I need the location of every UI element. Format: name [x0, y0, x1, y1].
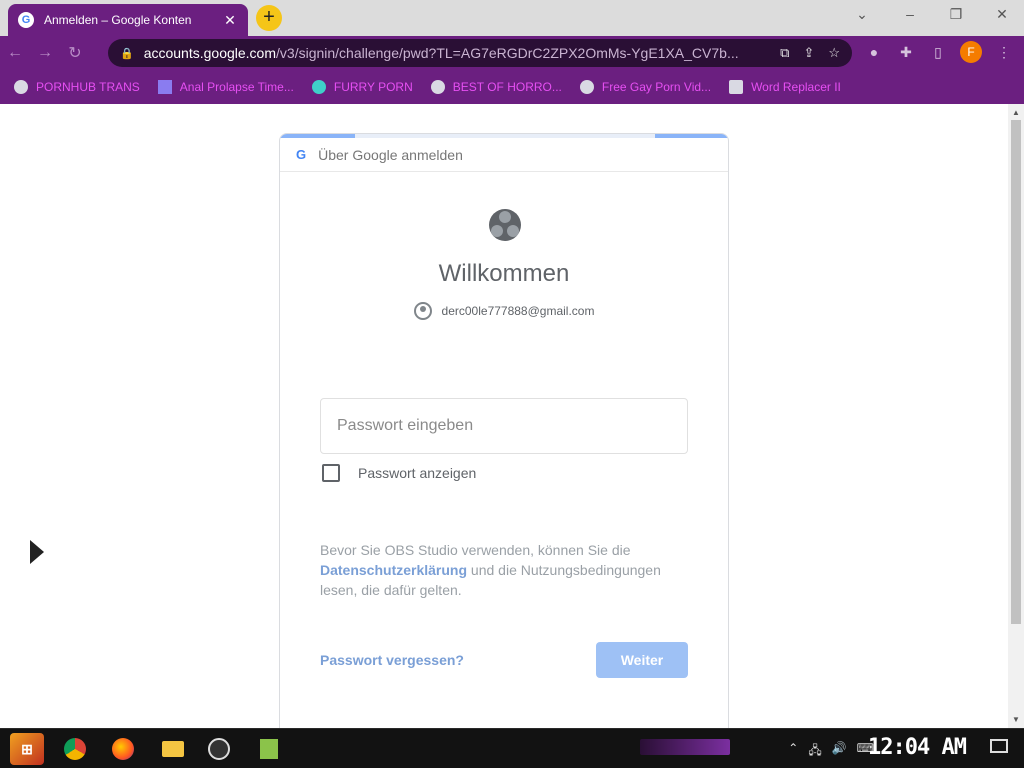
card-header-title: Über Google anmelden	[318, 146, 463, 163]
bookmark-item[interactable]: Anal Prolapse Time...	[157, 80, 294, 94]
reload-icon[interactable]: ↻	[60, 43, 90, 63]
omnibox-actions: ⧉ ⇪ ☆	[780, 45, 840, 61]
file-explorer-taskbar-icon[interactable]	[156, 733, 190, 765]
system-tray: ⌃ 🖧 🔊 ⌨	[788, 741, 874, 762]
privacy-notice: Bevor Sie OBS Studio verwenden, können S…	[320, 542, 661, 598]
password-input[interactable]	[320, 398, 688, 454]
side-panel-icon[interactable]: ▯	[928, 44, 948, 61]
url-path: /v3/signin/challenge/pwd?TL=AG7eRGDrC2ZP…	[276, 45, 739, 61]
show-password-row[interactable]: Passwort anzeigen	[322, 464, 476, 482]
account-email: derc00le777888@gmail.com	[441, 304, 595, 318]
firefox-taskbar-icon[interactable]	[106, 733, 140, 765]
privacy-policy-link[interactable]: Datenschutzerklärung	[320, 562, 467, 578]
chrome-taskbar-icon[interactable]	[58, 733, 92, 765]
obs-logo-icon	[489, 209, 521, 241]
bookmark-item[interactable]: FURRY PORN	[311, 80, 413, 94]
google-favicon-icon: G	[18, 12, 34, 28]
bookmark-star-icon[interactable]: ☆	[828, 45, 840, 61]
browser-chrome: G Anmelden – Google Konten ✕ + ⌄ – ❐ ✕ ←…	[0, 0, 1024, 104]
url-host: accounts.google.com	[143, 45, 277, 61]
share-icon[interactable]: ⇪	[803, 45, 814, 61]
page-scrollbar[interactable]: ▲ ▼	[1008, 104, 1024, 728]
address-bar[interactable]: 🔒 accounts.google.com /v3/signin/challen…	[108, 39, 852, 67]
globe-icon	[14, 80, 28, 94]
extensions-puzzle-icon[interactable]: ✚	[896, 44, 916, 61]
globe-icon	[430, 80, 445, 94]
google-logo-icon: G	[296, 147, 307, 162]
show-password-label[interactable]: Passwort anzeigen	[358, 465, 476, 481]
account-circle-icon	[413, 302, 432, 320]
tray-chevron-icon[interactable]: ⌃	[788, 741, 798, 762]
extension-avatar-icon[interactable]: ●	[864, 44, 884, 60]
bookmark-item[interactable]: BEST OF HORRO...	[430, 80, 562, 94]
bookmark-item[interactable]: Word Replacer II	[729, 80, 841, 94]
close-window-button[interactable]: ✕	[988, 6, 1016, 23]
obs-taskbar-icon[interactable]	[202, 733, 236, 765]
signin-card: G Über Google anmelden Willkommen derc00…	[279, 133, 729, 733]
forgot-password-link[interactable]: Passwort vergessen?	[320, 652, 464, 668]
scroll-up-icon[interactable]: ▲	[1012, 108, 1020, 117]
lambda-icon	[311, 80, 326, 94]
word-replacer-icon	[729, 80, 744, 94]
account-chip[interactable]: derc00le777888@gmail.com	[280, 302, 728, 320]
notepad-taskbar-icon[interactable]	[252, 733, 286, 765]
tab-title: Anmelden – Google Konten	[44, 13, 192, 27]
bookmark-item[interactable]: PORNHUB TRANS	[14, 80, 140, 94]
bear-icon	[579, 80, 594, 94]
sigma-icon	[157, 80, 172, 94]
lock-icon[interactable]: 🔒	[120, 47, 134, 60]
new-tab-button[interactable]: +	[256, 5, 282, 31]
card-header: G Über Google anmelden	[280, 138, 728, 172]
network-icon[interactable]: 🖧	[808, 741, 821, 762]
taskbar-clock[interactable]: 12:04 AM	[868, 735, 967, 760]
minimize-button[interactable]: –	[896, 6, 924, 22]
scroll-down-icon[interactable]: ▼	[1012, 715, 1020, 724]
tab-active[interactable]: G Anmelden – Google Konten ✕	[8, 4, 248, 36]
menu-kebab-icon[interactable]: ⋮	[994, 44, 1014, 61]
tab-close-icon[interactable]: ✕	[222, 12, 238, 29]
toolbar: ← → ↻ 🔒 accounts.google.com /v3/signin/c…	[0, 36, 1024, 70]
translate-icon[interactable]: ⧉	[780, 45, 789, 61]
start-button[interactable]: ⊞	[10, 733, 44, 765]
toolbar-right: ● ✚ ▯ F ⋮	[864, 41, 1014, 63]
tab-search-icon[interactable]: ⌄	[848, 6, 876, 23]
taskbar: ⊞ ⌃ 🖧 🔊 ⌨ 12:04 AM	[0, 728, 1024, 768]
show-password-checkbox[interactable]	[322, 464, 340, 482]
bookmarks-bar: PORNHUB TRANS Anal Prolapse Time... FURR…	[0, 70, 1024, 104]
tab-strip: G Anmelden – Google Konten ✕ + ⌄ – ❐ ✕	[0, 0, 1024, 36]
next-button[interactable]: Weiter	[596, 642, 688, 678]
notification-icon[interactable]	[990, 739, 1008, 753]
welcome-heading: Willkommen	[438, 260, 570, 287]
profile-avatar[interactable]: F	[960, 41, 982, 63]
forward-icon[interactable]: →	[30, 44, 60, 62]
taskbar-decoration	[640, 739, 730, 755]
restore-button[interactable]: ❐	[942, 6, 970, 23]
volume-icon[interactable]: 🔊	[832, 741, 847, 762]
scroll-thumb[interactable]	[1011, 120, 1021, 624]
bookmark-item[interactable]: Free Gay Porn Vid...	[579, 80, 711, 94]
back-icon[interactable]: ←	[0, 44, 30, 62]
mouse-cursor-icon	[30, 540, 44, 564]
